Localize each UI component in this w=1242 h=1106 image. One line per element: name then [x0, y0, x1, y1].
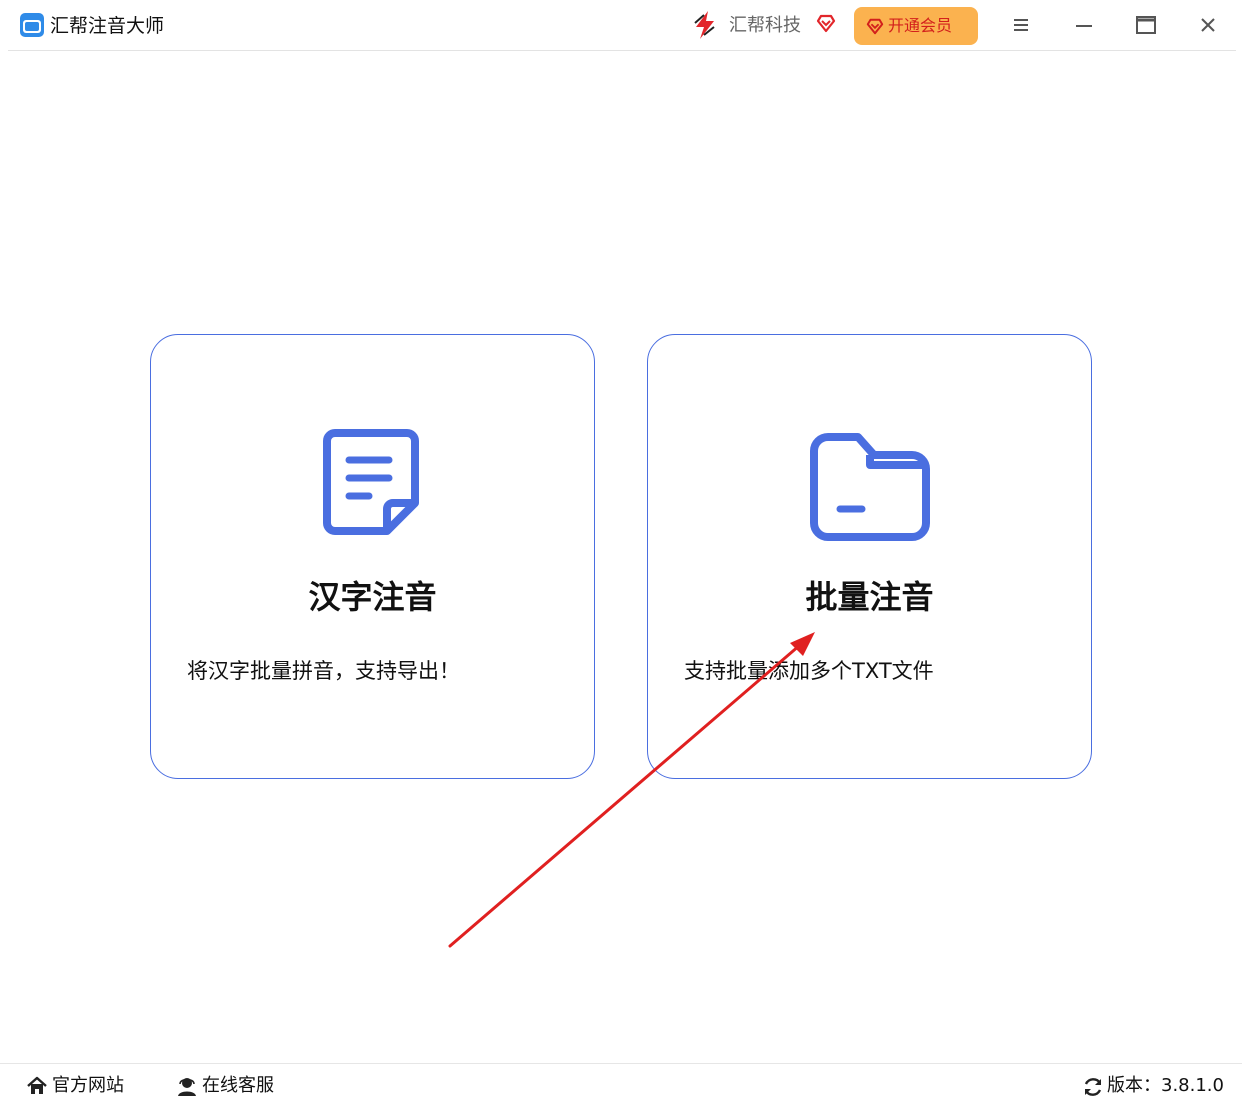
vip-button-label: 开通会员	[888, 16, 953, 35]
menu-button[interactable]	[1008, 12, 1034, 38]
card-title: 汉字注音	[308, 578, 437, 616]
minimize-icon	[1076, 25, 1092, 27]
batch-annotation-card[interactable]: 批量注音 支持批量添加多个TXT文件	[647, 334, 1092, 779]
hanzi-annotation-card[interactable]: 汉字注音 将汉字批量拼音，支持导出！	[150, 334, 595, 779]
app-logo-icon	[20, 13, 44, 37]
app-title: 汇帮注音大师	[50, 15, 165, 37]
official-website-link[interactable]: 官方网站	[26, 1072, 126, 1100]
refresh-icon[interactable]	[1082, 1076, 1104, 1098]
home-icon	[27, 1076, 47, 1094]
minimize-button[interactable]	[1071, 12, 1097, 38]
brand-logo-icon	[694, 11, 715, 39]
maximize-button[interactable]	[1133, 12, 1159, 38]
official-website-label: 官方网站	[52, 1075, 124, 1096]
maximize-icon	[1136, 16, 1156, 34]
menu-icon	[1014, 19, 1028, 31]
footer-bar: 官方网站 在线客服 版本：3.8.1.0	[0, 1063, 1242, 1106]
folder-icon	[810, 433, 930, 541]
title-bar: 汇帮注音大师 汇帮科技 开通会员	[8, 0, 1236, 51]
card-description: 支持批量添加多个TXT文件	[684, 659, 934, 683]
online-support-link[interactable]: 在线客服	[176, 1072, 276, 1100]
online-support-label: 在线客服	[202, 1075, 274, 1096]
card-description: 将汉字批量拼音，支持导出！	[187, 659, 460, 683]
support-agent-icon	[178, 1078, 196, 1096]
diamond-icon	[816, 14, 836, 33]
brand-name: 汇帮科技	[729, 15, 801, 36]
close-button[interactable]	[1195, 12, 1221, 38]
version-label: 版本：3.8.1.0	[1107, 1075, 1224, 1096]
card-title: 批量注音	[805, 578, 934, 616]
vip-button[interactable]: 开通会员	[854, 7, 978, 45]
close-icon	[1201, 18, 1215, 32]
vip-diamond-icon	[866, 18, 884, 35]
document-icon	[323, 429, 419, 535]
